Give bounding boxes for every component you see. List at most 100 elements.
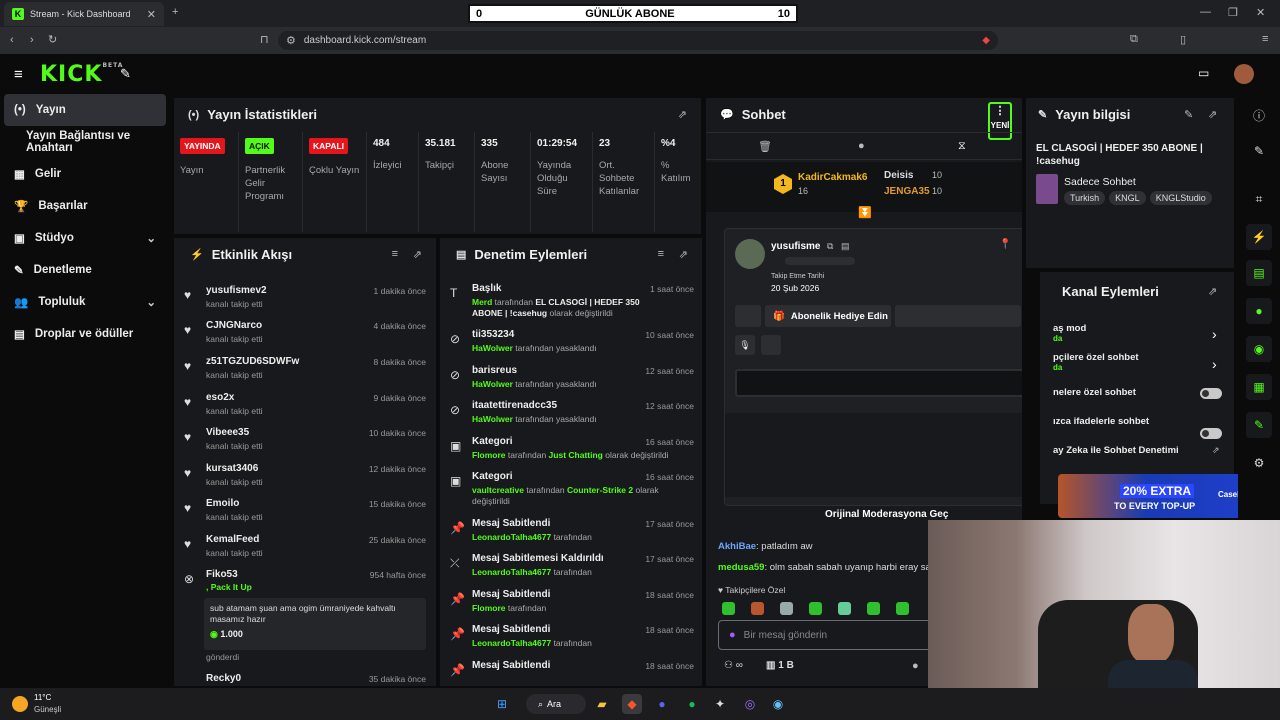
close-window-icon[interactable]: ✕: [1256, 6, 1265, 19]
emote-icon[interactable]: [838, 602, 851, 615]
menu-icon[interactable]: ≡: [1262, 33, 1268, 45]
feed-user[interactable]: z51TGZUD6SDWFw: [206, 356, 299, 367]
close-icon[interactable]: ✕: [1021, 239, 1022, 250]
chevron-right-icon[interactable]: ›: [1212, 326, 1217, 342]
sidebar-item-yayin[interactable]: (•) Yayın: [4, 94, 166, 126]
microphone-icon[interactable]: ●: [729, 629, 736, 641]
feed-user[interactable]: eso2x: [206, 392, 234, 403]
feed-user[interactable]: Fiko53: [206, 569, 238, 580]
mic-icon[interactable]: 🎙: [735, 335, 755, 355]
document-icon[interactable]: ▤: [1246, 260, 1272, 286]
external-link-icon[interactable]: ⇗: [1212, 445, 1220, 456]
feed-user[interactable]: Emoilo: [206, 498, 239, 509]
file-explorer-icon[interactable]: ▰: [592, 694, 612, 714]
action-row[interactable]: aş mod da: [1053, 323, 1086, 343]
hourglass-icon[interactable]: ⧖: [958, 140, 966, 153]
toggle-switch[interactable]: [1200, 428, 1222, 439]
popout-icon[interactable]: ⇗: [678, 108, 687, 121]
hamburger-menu-icon[interactable]: ≡: [14, 66, 23, 83]
chat-user[interactable]: medusa59: [718, 562, 764, 573]
lightning-icon[interactable]: ⚡: [1246, 224, 1272, 250]
app-icon[interactable]: ✦: [710, 694, 730, 714]
edit-icon[interactable]: ✎: [1184, 108, 1193, 121]
emote-icon[interactable]: [809, 602, 822, 615]
close-tab-icon[interactable]: ✕: [147, 8, 156, 21]
copy-icon[interactable]: ⧉: [827, 241, 833, 252]
category-name[interactable]: Sadece Sohbet: [1064, 176, 1136, 188]
chevron-right-icon[interactable]: ›: [1212, 356, 1217, 372]
spotify-icon[interactable]: ●: [682, 694, 702, 714]
feed-user[interactable]: Vibeee35: [206, 427, 249, 438]
card-icon[interactable]: ▤: [841, 241, 850, 252]
settings-icon[interactable]: ⚙: [1246, 450, 1272, 476]
emote-icon[interactable]: [722, 602, 735, 615]
switch-moderation-button[interactable]: Orijinal Moderasyona Geç: [825, 509, 948, 520]
leader-name[interactable]: Deisis: [884, 170, 913, 181]
chat-bubble-icon[interactable]: ●: [1246, 298, 1272, 324]
minimize-icon[interactable]: —: [1200, 6, 1211, 18]
layout-icon[interactable]: ▦: [1246, 374, 1272, 400]
chat-settings-icon[interactable]: ●: [912, 660, 919, 672]
users-icon[interactable]: ⚇ ∞: [724, 660, 743, 671]
gift-sub-button[interactable]: 🎁 Abonelik Hediye Edin: [765, 305, 891, 327]
broadcast-icon[interactable]: ◉: [1246, 336, 1272, 362]
feed-user[interactable]: Recky0: [206, 673, 241, 684]
popout-icon[interactable]: ⇗: [679, 248, 688, 261]
info-icon[interactable]: ⓘ: [1246, 102, 1272, 128]
gamepad-icon[interactable]: ▭: [1198, 66, 1209, 80]
feed-user[interactable]: KemalFeed: [206, 534, 259, 545]
sidebar-item-stream-key[interactable]: Yayın Bağlantısı ve Anahtarı: [0, 126, 170, 158]
url-bar[interactable]: ⚙ dashboard.kick.com/stream ◆: [278, 31, 998, 50]
sidebar-item-gelir[interactable]: ▦ Gelir: [0, 158, 170, 190]
sidebar-item-studyo[interactable]: ▣ Stüdyo ⌄: [0, 222, 170, 254]
filter-icon[interactable]: ≡: [658, 248, 664, 260]
expand-down-icon[interactable]: ⏬: [858, 206, 872, 219]
card-action-button[interactable]: [735, 305, 761, 327]
chat-bubble-icon[interactable]: ●: [858, 140, 865, 152]
feed-user[interactable]: CJNGNarco: [206, 320, 262, 331]
sidebar-item-denetleme[interactable]: ✎ Denetleme: [0, 254, 170, 286]
feed-user[interactable]: yusufismev2: [206, 285, 267, 296]
emote-icon[interactable]: [751, 602, 764, 615]
chat-input[interactable]: ● Bir mesaj gönderin: [718, 620, 938, 650]
edit-icon[interactable]: ✎: [1246, 138, 1272, 164]
action-row[interactable]: pçilere özel sohbet da: [1053, 352, 1139, 372]
emote-icon[interactable]: [867, 602, 880, 615]
store-icon[interactable]: ▥: [766, 660, 775, 671]
leader-name[interactable]: JENGA35: [884, 186, 930, 197]
popout-icon[interactable]: ⇗: [413, 248, 422, 261]
scan-icon[interactable]: ⌗: [1246, 186, 1272, 212]
sidebar-item-basarilar[interactable]: 🏆 Başarılar: [0, 190, 170, 222]
brave-shield-icon[interactable]: ◆: [982, 35, 990, 46]
action-row[interactable]: ay Zeka ile Sohbet Denetimi: [1053, 445, 1179, 456]
card-action-button[interactable]: [895, 305, 1021, 327]
card-message-field[interactable]: [735, 369, 1022, 397]
obs-icon[interactable]: ◎: [740, 694, 760, 714]
emote-icon[interactable]: [780, 602, 793, 615]
kick-logo[interactable]: KICKBETA: [40, 62, 123, 87]
discord-icon[interactable]: ●: [652, 694, 672, 714]
sidebar-item-droplar[interactable]: ▤ Droplar ve ödüller: [0, 318, 170, 350]
steam-icon[interactable]: ◉: [768, 694, 788, 714]
leader-name[interactable]: KadirCakmak6: [798, 172, 867, 183]
back-icon[interactable]: ‹: [10, 34, 14, 46]
filter-icon[interactable]: ≡: [392, 248, 398, 260]
pin-icon[interactable]: 📍: [999, 239, 1011, 250]
chat-user[interactable]: AkhiBae: [718, 541, 756, 552]
avatar[interactable]: [1234, 64, 1254, 84]
popout-icon[interactable]: ⇗: [1208, 108, 1217, 121]
bookmark-icon[interactable]: ⊓: [260, 33, 269, 46]
browser-tab[interactable]: K Stream - Kick Dashboard ✕: [4, 2, 164, 26]
brave-icon[interactable]: ◆: [622, 694, 642, 714]
site-info-icon[interactable]: ⚙: [286, 34, 296, 47]
trash-icon[interactable]: 🗑: [758, 140, 772, 153]
windows-start-icon[interactable]: ⊞: [492, 694, 512, 714]
popout-icon[interactable]: ⇗: [1208, 285, 1217, 298]
emote-icon[interactable]: [896, 602, 909, 615]
maximize-icon[interactable]: ❐: [1228, 6, 1238, 19]
tag[interactable]: KNGLStudio: [1149, 191, 1212, 205]
feed-user[interactable]: kursat3406: [206, 463, 258, 474]
new-tab-icon[interactable]: +: [172, 6, 178, 18]
reload-icon[interactable]: ↻: [48, 33, 57, 46]
card-action-button[interactable]: [761, 335, 781, 355]
